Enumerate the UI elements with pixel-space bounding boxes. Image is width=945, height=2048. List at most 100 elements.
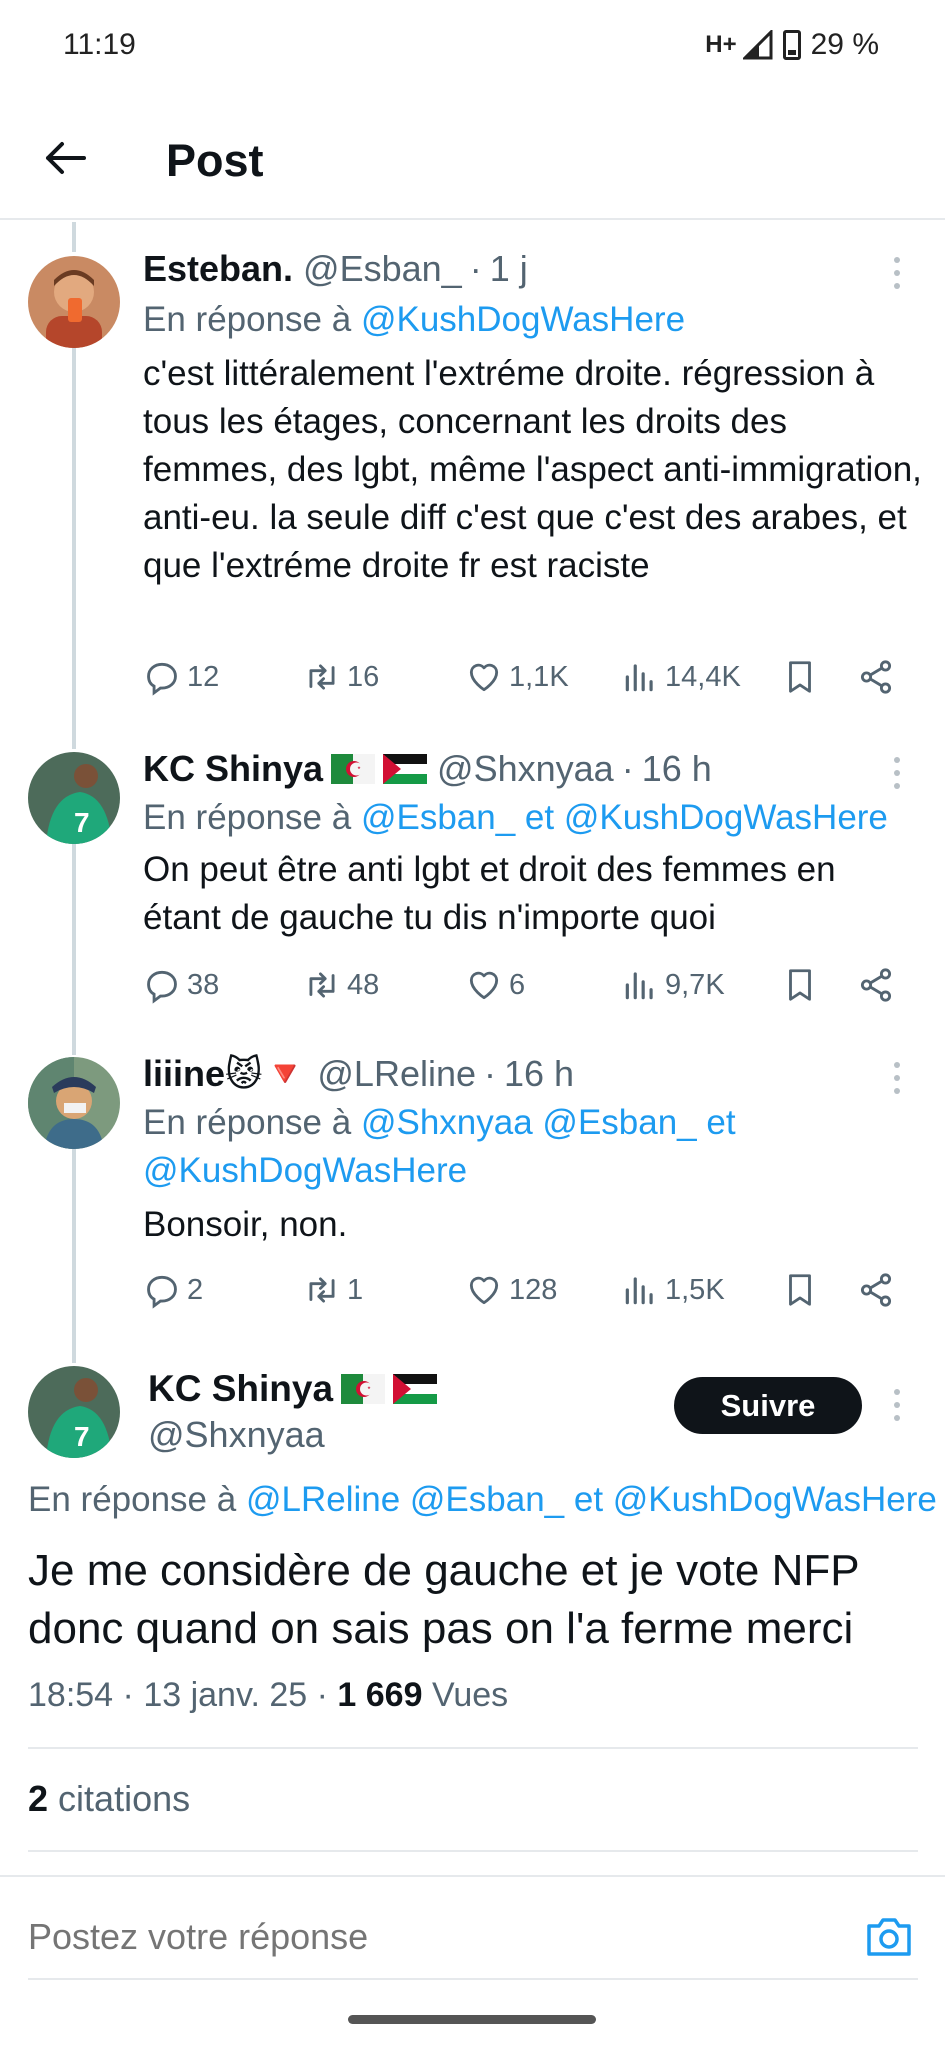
reply-prefix: En réponse à xyxy=(143,1103,352,1142)
user-handle[interactable]: @Shxnyaa xyxy=(437,748,614,790)
thread-reply[interactable]: 7 KC Shinya @Shxnyaa · 16 h En réponse à… xyxy=(0,748,945,1048)
more-options-icon[interactable] xyxy=(891,256,903,290)
reply-prefix: En réponse à xyxy=(143,300,352,339)
repost-icon xyxy=(309,664,335,690)
more-options-icon[interactable] xyxy=(891,756,903,790)
tweet-date: 13 janv. 25 xyxy=(143,1676,308,1714)
like-count: 1,1K xyxy=(509,660,569,693)
main-tweet-avatar[interactable]: 7 xyxy=(28,1366,120,1458)
views-count: 14,4K xyxy=(665,660,741,693)
network-type: H+ xyxy=(705,31,737,58)
views-icon xyxy=(625,1277,653,1305)
status-bar: 11:19 H+ 29 % xyxy=(0,0,945,95)
quotes-label: citations xyxy=(58,1778,191,1819)
main-tweet-text: Je me considère de gauche et je vote NFP… xyxy=(28,1546,859,1653)
palestine-flag-icon xyxy=(383,754,428,784)
repost-count: 48 xyxy=(347,968,380,1001)
views-button[interactable]: 14,4K xyxy=(621,658,741,696)
user-name[interactable]: liiine😾🔻 xyxy=(143,1053,307,1095)
reply-mentions[interactable]: @LReline @Esban_ et @KushDogWasHere xyxy=(246,1480,937,1519)
reply-button[interactable]: 38 xyxy=(143,966,219,1004)
reply-input[interactable] xyxy=(28,1916,808,1958)
home-indicator[interactable] xyxy=(348,2015,596,2024)
share-button[interactable] xyxy=(857,1271,895,1309)
avatar[interactable] xyxy=(28,1057,120,1149)
like-button[interactable]: 128 xyxy=(465,1271,557,1309)
like-count: 128 xyxy=(509,1273,558,1306)
bookmark-button[interactable] xyxy=(781,658,819,696)
user-name[interactable]: KC Shinya xyxy=(143,748,323,790)
heart-icon xyxy=(469,1276,499,1305)
more-options-icon[interactable] xyxy=(891,1061,903,1095)
svg-text:7: 7 xyxy=(74,807,90,838)
battery-icon xyxy=(782,30,801,60)
thread-reply[interactable]: Esteban. @Esban_ · 1 j En réponse à @Kus… xyxy=(0,248,945,708)
avatar[interactable] xyxy=(28,256,120,348)
divider xyxy=(28,1850,918,1852)
bookmark-icon xyxy=(789,661,811,693)
thread-reply[interactable]: liiine😾🔻 @LReline · 16 h En réponse à @S… xyxy=(0,1053,945,1353)
reply-context: En réponse à @LReline @Esban_ et @KushDo… xyxy=(28,1480,945,1520)
reply-context: En réponse à @Esban_ et @KushDogWasHere xyxy=(143,794,888,842)
repost-count: 16 xyxy=(347,660,380,693)
tweet-text: c'est littéralement l'extréme droite. ré… xyxy=(143,354,922,585)
reply-mentions[interactable]: @KushDogWasHere xyxy=(361,300,685,339)
repost-icon xyxy=(309,972,335,998)
views-icon xyxy=(625,972,653,1000)
share-icon xyxy=(860,968,892,1002)
compose-underline xyxy=(28,1978,918,1980)
separator-dot: · xyxy=(316,1676,338,1714)
battery-level: 29 % xyxy=(810,28,879,61)
share-icon xyxy=(860,1273,892,1307)
status-indicators: H+ 29 % xyxy=(705,28,879,62)
like-button[interactable]: 6 xyxy=(465,966,525,1004)
repost-button[interactable]: 1 xyxy=(303,1271,363,1309)
tweet-time: 18:54 xyxy=(28,1676,114,1714)
repost-button[interactable]: 16 xyxy=(303,658,379,696)
palestine-flag-icon xyxy=(393,1374,438,1404)
status-time: 11:19 xyxy=(63,28,136,61)
views-button[interactable]: 9,7K xyxy=(621,966,725,1004)
share-button[interactable] xyxy=(857,966,895,1004)
heart-icon xyxy=(469,971,499,1000)
signal-icon xyxy=(742,30,773,60)
quotes-link[interactable]: 2 citations xyxy=(28,1778,190,1820)
action-bar: 38 48 6 9,7K xyxy=(143,966,903,1010)
views-button[interactable]: 1,5K xyxy=(621,1271,725,1309)
reply-mentions[interactable]: @Esban_ et @KushDogWasHere xyxy=(361,798,888,837)
separator-dot: · xyxy=(621,748,634,789)
repost-count: 1 xyxy=(347,1273,364,1306)
user-name[interactable]: Esteban. xyxy=(143,248,293,290)
algeria-flag-icon xyxy=(331,754,376,784)
views-label: Vues xyxy=(431,1676,509,1714)
reply-button[interactable]: 12 xyxy=(143,658,219,696)
more-options-icon[interactable] xyxy=(891,1388,903,1422)
divider xyxy=(28,1747,918,1749)
user-handle[interactable]: @Esban_ xyxy=(303,248,462,290)
action-bar: 2 1 128 1,5K xyxy=(143,1271,903,1315)
bookmark-button[interactable] xyxy=(781,966,819,1004)
back-arrow-icon[interactable] xyxy=(40,133,90,183)
reply-icon xyxy=(147,970,177,1004)
reply-icon xyxy=(147,1275,177,1309)
tweet-time: 16 h xyxy=(504,1053,575,1094)
main-tweet-author[interactable]: KC Shinya xyxy=(148,1368,438,1410)
repost-button[interactable]: 48 xyxy=(303,966,379,1004)
avatar[interactable]: 7 xyxy=(28,752,120,844)
views-icon xyxy=(625,664,653,692)
follow-button[interactable]: Suivre xyxy=(674,1377,862,1434)
tweet-metadata: 18:54 · 13 janv. 25 · 1 669 Vues xyxy=(28,1676,508,1715)
separator-dot: · xyxy=(469,248,482,289)
quotes-count: 2 xyxy=(28,1778,49,1819)
user-handle[interactable]: @Shxnyaa xyxy=(148,1414,325,1456)
user-handle[interactable]: @LReline xyxy=(317,1053,476,1095)
reply-button[interactable]: 2 xyxy=(143,1271,203,1309)
user-name[interactable]: KC Shinya xyxy=(148,1368,333,1410)
share-button[interactable] xyxy=(857,658,895,696)
reply-context: En réponse à @Shxnyaa @Esban_ et @KushDo… xyxy=(143,1099,903,1195)
views-count: 1,5K xyxy=(665,1273,725,1306)
bookmark-button[interactable] xyxy=(781,1271,819,1309)
repost-icon xyxy=(309,1277,335,1303)
like-button[interactable]: 1,1K xyxy=(465,658,569,696)
camera-icon[interactable] xyxy=(864,1914,914,1960)
